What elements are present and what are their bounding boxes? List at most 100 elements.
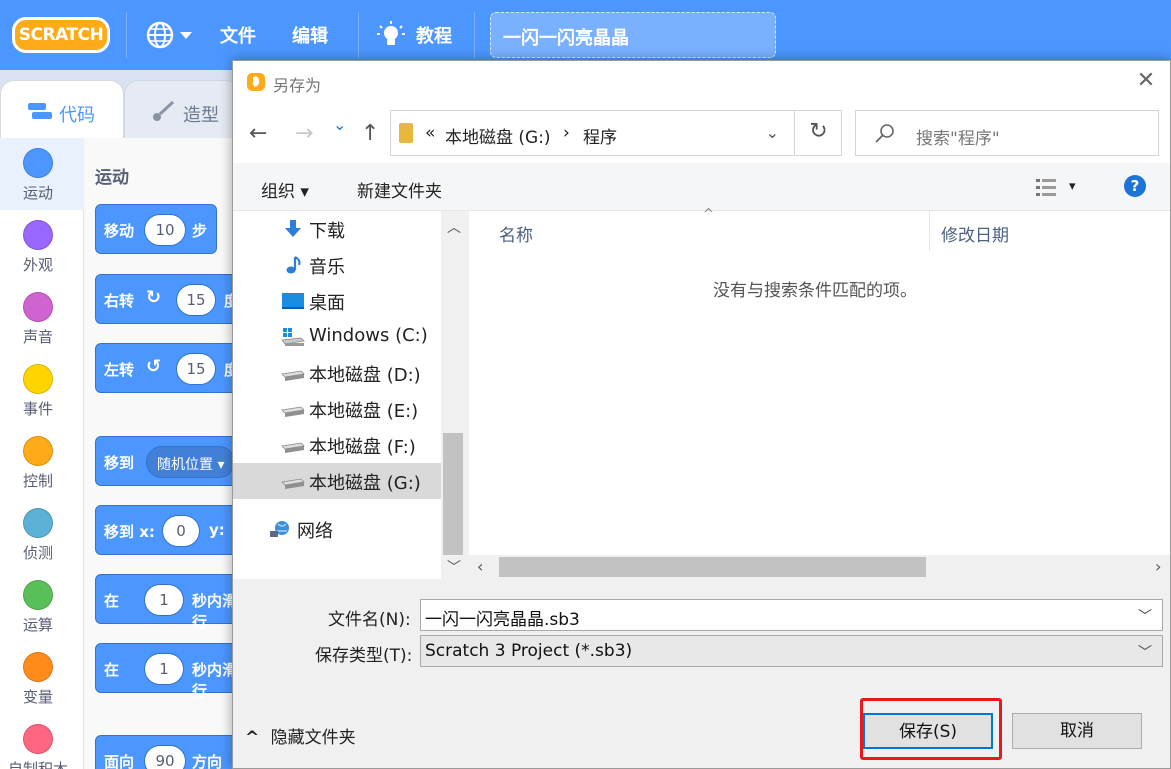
- scroll-up-arrow-icon[interactable]: ︿: [447, 217, 461, 237]
- category-operators[interactable]: 运算: [0, 570, 84, 642]
- breadcrumb-separator[interactable]: ›: [563, 123, 570, 143]
- tree-item-network[interactable]: 网络: [233, 511, 441, 547]
- category-motion[interactable]: 运动: [0, 138, 84, 210]
- tree-item-drive-c[interactable]: Windows (C:): [233, 319, 441, 355]
- filetype-select[interactable]: Scratch 3 Project (*.sb3) ﹀: [420, 635, 1163, 667]
- refresh-icon[interactable]: ↻: [794, 110, 842, 156]
- new-folder-button[interactable]: 新建文件夹: [357, 177, 442, 202]
- block-label: 秒内滑行: [192, 661, 234, 700]
- filename-value: 一闪一闪亮晶晶.sb3: [425, 610, 580, 630]
- tree-item-drive-e[interactable]: 本地磁盘 (E:): [233, 391, 441, 427]
- block-input[interactable]: 10: [144, 214, 186, 246]
- address-history-chevron-icon[interactable]: ⌄: [766, 123, 779, 142]
- tab-costumes[interactable]: 造型: [124, 80, 240, 138]
- category-variables[interactable]: 变量: [0, 642, 84, 714]
- file-list-horizontal-scrollbar[interactable]: ‹ ›: [469, 555, 1170, 579]
- project-title-input[interactable]: 一闪一闪亮晶晶: [490, 12, 776, 58]
- scratch-logo[interactable]: SCRATCH: [12, 17, 110, 53]
- language-caret-icon[interactable]: [180, 32, 192, 39]
- chevron-down-icon[interactable]: ﹀: [1138, 642, 1152, 662]
- category-control[interactable]: 控制: [0, 426, 84, 498]
- block-glide-random[interactable]: 在 1 秒内滑行: [95, 574, 234, 631]
- block-dropdown[interactable]: 随机位置 ▾: [146, 446, 234, 478]
- column-header-name[interactable]: 名称: [499, 221, 533, 246]
- tree-item-drive-f[interactable]: 本地磁盘 (F:): [233, 427, 441, 463]
- block-goto-xy[interactable]: 移到 x: 0 y:: [95, 505, 234, 555]
- up-arrow-icon[interactable]: ↑: [361, 121, 379, 146]
- block-label: 在: [104, 661, 120, 679]
- category-dot: [23, 292, 53, 322]
- category-label: 外观: [22, 256, 53, 274]
- block-input[interactable]: 90: [144, 745, 186, 769]
- column-divider[interactable]: [929, 211, 930, 251]
- save-button[interactable]: 保存(S): [863, 713, 993, 749]
- scrollbar-thumb[interactable]: [443, 433, 463, 555]
- menu-edit[interactable]: 编辑: [292, 22, 328, 48]
- filename-input[interactable]: 一闪一闪亮晶晶.sb3 ﹀: [420, 599, 1163, 631]
- organize-menu-button[interactable]: 组织 ▾: [261, 177, 309, 202]
- category-my-blocks[interactable]: 自制积木: [0, 714, 84, 769]
- block-glide-xy[interactable]: 在 1 秒内滑行: [95, 643, 234, 700]
- tab-code[interactable]: 代码: [0, 80, 124, 138]
- forward-arrow-icon[interactable]: →: [295, 121, 313, 146]
- tree-item-drive-d[interactable]: 本地磁盘 (D:): [233, 355, 441, 391]
- column-header-modified[interactable]: 修改日期: [941, 221, 1009, 246]
- breadcrumb-drive[interactable]: 本地磁盘 (G:): [445, 123, 551, 148]
- rotate-right-icon: ↻: [146, 287, 162, 308]
- globe-icon[interactable]: [145, 20, 175, 50]
- block-turn-right[interactable]: 右转 ↻ 15 度: [95, 274, 234, 324]
- menu-file[interactable]: 文件: [220, 22, 256, 48]
- tree-item-label: 本地磁盘 (F:): [309, 437, 416, 458]
- category-sensing[interactable]: 侦测: [0, 498, 84, 570]
- breadcrumb-folder[interactable]: 程序: [583, 123, 617, 148]
- block-input[interactable]: 0: [162, 515, 200, 547]
- category-label: 运动: [22, 184, 53, 202]
- category-events[interactable]: 事件: [0, 354, 84, 426]
- block-goto[interactable]: 移到 随机位置 ▾: [95, 436, 234, 486]
- lightbulb-icon[interactable]: [376, 20, 406, 50]
- tree-item-drive-g[interactable]: 本地磁盘 (G:): [233, 463, 441, 499]
- navigation-pane: 下载 音乐 桌面 Windows (C:) 本地磁盘 (D:) 本地磁盘 (E:…: [233, 211, 465, 579]
- empty-list-message: 没有与搜索条件匹配的项。: [713, 281, 917, 301]
- block-label: 在: [104, 592, 120, 610]
- navigation-scrollbar[interactable]: ︿ ﹀: [441, 211, 465, 579]
- block-label: 右转: [104, 292, 135, 310]
- dialog-title: 另存为: [273, 76, 322, 95]
- address-bar[interactable]: « 本地磁盘 (G:) › 程序 ⌄: [390, 110, 842, 156]
- cancel-button[interactable]: 取消: [1012, 713, 1142, 749]
- category-sound[interactable]: 声音: [0, 282, 84, 354]
- recent-locations-chevron-icon[interactable]: ⌄: [333, 115, 346, 134]
- help-icon[interactable]: ?: [1124, 175, 1146, 197]
- chevron-down-icon[interactable]: ﹀: [1138, 606, 1152, 626]
- tree-item-desktop[interactable]: 桌面: [233, 283, 441, 319]
- block-input[interactable]: 15: [176, 353, 216, 385]
- category-dot: [23, 580, 53, 610]
- dialog-title-bar[interactable]: 另存为 ✕: [233, 61, 1170, 103]
- category-looks[interactable]: 外观: [0, 210, 84, 282]
- block-input[interactable]: 15: [176, 284, 216, 316]
- block-label: 面向: [104, 753, 135, 769]
- scroll-down-arrow-icon[interactable]: ﹀: [447, 557, 461, 577]
- view-options-caret-icon[interactable]: ▾: [1069, 179, 1076, 194]
- scroll-left-arrow-icon[interactable]: ‹: [477, 557, 483, 576]
- block-move-steps[interactable]: 移动 10 步: [95, 204, 217, 254]
- tree-item-downloads[interactable]: 下载: [233, 211, 441, 247]
- block-turn-left[interactable]: 左转 ↺ 15 度: [95, 343, 234, 393]
- back-arrow-icon[interactable]: ←: [249, 121, 267, 146]
- block-point-direction[interactable]: 面向 90 方向: [95, 735, 234, 769]
- close-icon[interactable]: ✕: [1134, 69, 1158, 93]
- search-icon: [875, 124, 894, 143]
- block-input[interactable]: 1: [144, 584, 184, 616]
- category-label: 事件: [22, 400, 53, 418]
- block-input[interactable]: 1: [144, 653, 184, 685]
- breadcrumb-overflow[interactable]: «: [425, 123, 435, 143]
- scroll-right-arrow-icon[interactable]: ›: [1155, 557, 1161, 576]
- tree-item-music[interactable]: 音乐: [233, 247, 441, 283]
- download-arrow-icon: [285, 220, 301, 237]
- view-options-icon[interactable]: [1035, 177, 1057, 197]
- search-input[interactable]: 搜索"程序": [855, 110, 1159, 156]
- scrollbar-thumb[interactable]: [499, 557, 926, 577]
- hide-folders-toggle[interactable]: ^ 隐藏文件夹: [245, 723, 356, 748]
- menu-tutorials[interactable]: 教程: [416, 22, 452, 48]
- block-label: 步: [192, 222, 208, 240]
